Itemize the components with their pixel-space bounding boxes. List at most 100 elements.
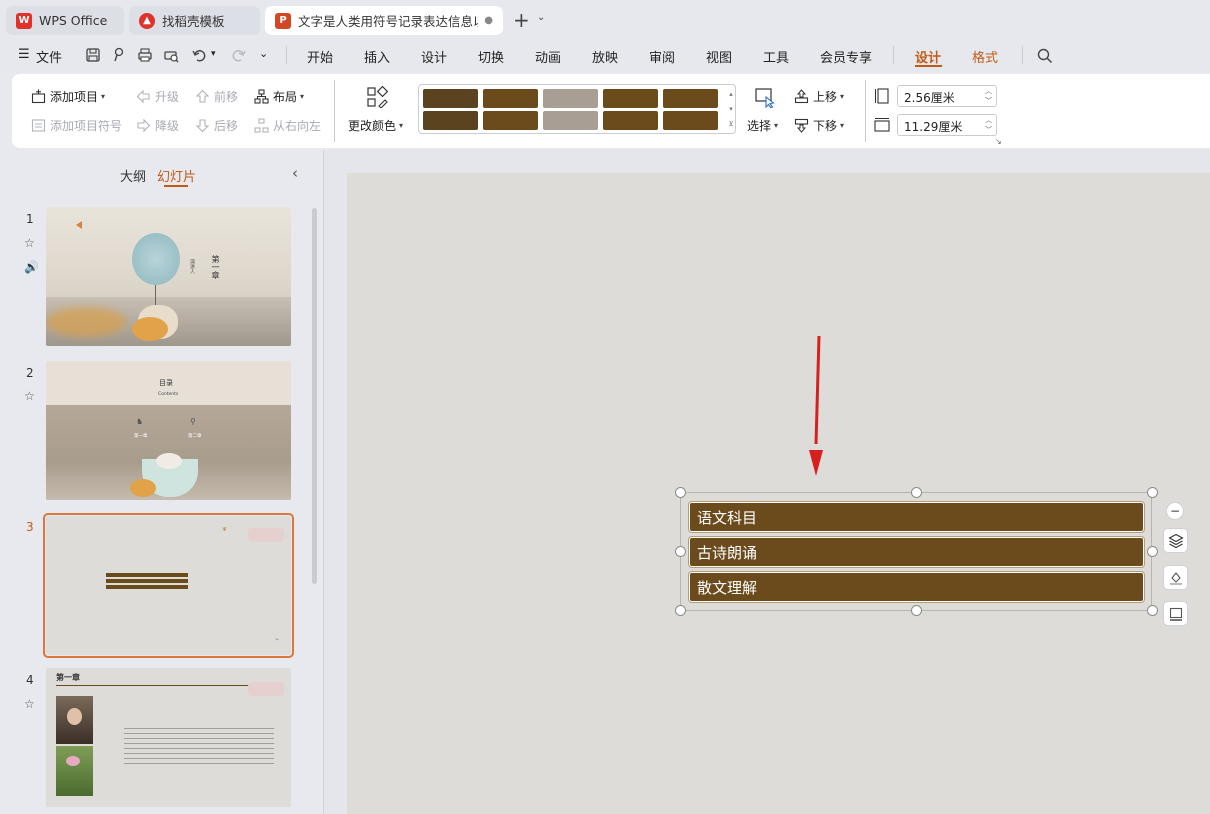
shape-width-value: 11.29厘米 bbox=[904, 120, 963, 134]
menu-file[interactable]: 文件 bbox=[36, 47, 62, 66]
shape-height-value: 2.56厘米 bbox=[904, 91, 955, 105]
customize-toolbar-chevron-icon[interactable]: ⌄ bbox=[259, 47, 268, 60]
menu-insert[interactable]: 插入 bbox=[364, 47, 390, 66]
menu-view[interactable]: 视图 bbox=[706, 47, 732, 66]
style-swatch[interactable] bbox=[423, 111, 478, 130]
smartart-item-2[interactable]: 古诗朗诵 bbox=[689, 537, 1144, 567]
slide-number: 1 bbox=[26, 212, 34, 226]
active-tab-underline bbox=[915, 65, 942, 67]
style-swatch[interactable] bbox=[483, 89, 538, 108]
layers-button[interactable] bbox=[1163, 528, 1188, 553]
thumb-title: 第一章 bbox=[211, 255, 220, 279]
menu-transitions[interactable]: 切换 bbox=[478, 47, 504, 66]
style-swatch[interactable] bbox=[483, 111, 538, 130]
spin-arrows-icon[interactable]: ︿ ﹀ bbox=[985, 86, 992, 106]
promote-label: 升级 bbox=[155, 90, 180, 104]
resize-handle-bottom[interactable] bbox=[911, 605, 922, 616]
menu-smartart-design[interactable]: 设计 bbox=[915, 47, 941, 66]
shape-width-input[interactable]: 11.29厘米 ︿ ﹀ bbox=[897, 114, 997, 136]
style-swatch[interactable] bbox=[543, 111, 598, 130]
chevron-down-icon: ▾ bbox=[300, 92, 305, 101]
add-item-button[interactable]: 添加项目 ▾ bbox=[31, 88, 105, 105]
right-to-left-icon bbox=[254, 118, 269, 133]
select-button[interactable]: 选择 ▾ bbox=[747, 117, 778, 134]
bring-forward-button[interactable]: 上移 ▾ bbox=[794, 88, 844, 105]
new-tab-plus-icon[interactable]: + bbox=[513, 8, 530, 32]
resize-handle-top-right[interactable] bbox=[1147, 487, 1158, 498]
menu-home[interactable]: 开始 bbox=[307, 47, 333, 66]
shape-height-icon bbox=[875, 88, 889, 104]
slide-number: 3 bbox=[26, 520, 34, 534]
change-color-icon[interactable] bbox=[366, 86, 388, 108]
chevron-down-icon: ▾ bbox=[840, 92, 845, 101]
style-swatch[interactable] bbox=[663, 89, 718, 108]
slide-thumbnail-4[interactable]: 第一章 bbox=[46, 668, 291, 807]
style-swatch[interactable] bbox=[603, 111, 658, 130]
select-pane-icon[interactable] bbox=[754, 86, 776, 108]
wps-logo-icon: W bbox=[16, 12, 32, 29]
demote-label: 降级 bbox=[155, 119, 180, 133]
add-bullet-icon bbox=[31, 119, 46, 132]
chevron-down-icon: ▾ bbox=[774, 121, 779, 130]
shape-width-icon bbox=[874, 118, 890, 132]
layout-label: 布局 bbox=[273, 90, 298, 104]
undo-dropdown-chevron-icon[interactable]: ▾ bbox=[211, 49, 216, 59]
resize-handle-right[interactable] bbox=[1147, 546, 1158, 557]
style-swatch[interactable] bbox=[663, 111, 718, 130]
tab-list-chevron-icon[interactable]: ⌄ bbox=[537, 12, 545, 23]
undo-icon[interactable] bbox=[190, 46, 208, 64]
collapse-minus-icon[interactable]: − bbox=[1166, 502, 1184, 520]
search-icon[interactable] bbox=[1036, 47, 1054, 65]
resize-handle-top-left[interactable] bbox=[675, 487, 686, 498]
panel-scrollbar[interactable] bbox=[312, 208, 317, 584]
unsaved-dot-icon: ● bbox=[484, 15, 493, 26]
promote-button: 升级 bbox=[136, 88, 179, 105]
collapse-panel-chevron-icon[interactable]: ‹ bbox=[292, 164, 298, 182]
star-icon[interactable]: ☆ bbox=[24, 697, 35, 711]
print-icon[interactable] bbox=[136, 46, 154, 64]
speaker-icon[interactable]: 🔊 bbox=[24, 260, 39, 274]
star-icon[interactable]: ☆ bbox=[24, 236, 35, 250]
shape-height-input[interactable]: 2.56厘米 ︿ ﹀ bbox=[897, 85, 997, 107]
format-painter-icon[interactable] bbox=[110, 46, 128, 64]
spin-arrows-icon[interactable]: ︿ ﹀ bbox=[985, 115, 992, 135]
tab-wps-office[interactable]: W WPS Office bbox=[6, 6, 124, 35]
print-preview-icon[interactable] bbox=[162, 46, 180, 64]
slide-thumbnail-3[interactable]: ❦ ❧ bbox=[43, 513, 294, 658]
tab-slides[interactable]: 幻灯片 bbox=[157, 166, 196, 185]
hamburger-icon[interactable]: ☰ bbox=[18, 47, 30, 62]
menu-slideshow[interactable]: 放映 bbox=[592, 47, 618, 66]
smartart-item-3[interactable]: 散文理解 bbox=[689, 572, 1144, 602]
tab-current-presentation[interactable]: P 文字是人类用符号记录表达信息以 ● bbox=[265, 6, 503, 35]
menu-tools[interactable]: 工具 bbox=[763, 47, 789, 66]
gallery-scroll-arrows[interactable]: ▴ ▾ ⊻ bbox=[727, 87, 735, 132]
size-dialog-launcher-icon[interactable]: ↘ bbox=[995, 137, 1002, 146]
slide-number: 4 bbox=[26, 673, 34, 687]
smartart-item-1[interactable]: 语文科目 bbox=[689, 502, 1144, 532]
slide-thumbnail-2[interactable]: 目录 Contents ♞ 第一章 ⚲ 第二章 bbox=[46, 361, 291, 500]
change-color-button[interactable]: 更改颜色 ▾ bbox=[348, 117, 403, 134]
resize-handle-left[interactable] bbox=[675, 546, 686, 557]
style-swatch[interactable] bbox=[423, 89, 478, 108]
send-backward-button[interactable]: 下移 ▾ bbox=[794, 117, 844, 134]
resize-handle-bottom-right[interactable] bbox=[1147, 605, 1158, 616]
layout-button[interactable]: 布局 ▾ bbox=[254, 88, 304, 105]
star-icon[interactable]: ☆ bbox=[24, 389, 35, 403]
resize-handle-top[interactable] bbox=[911, 487, 922, 498]
menu-animations[interactable]: 动画 bbox=[535, 47, 561, 66]
tab-docer-templates[interactable]: ▲ 找稻壳模板 bbox=[129, 6, 260, 35]
save-icon[interactable] bbox=[84, 46, 102, 64]
tab-outline[interactable]: 大纲 bbox=[120, 166, 146, 185]
outline-style-button[interactable] bbox=[1163, 601, 1188, 626]
resize-handle-bottom-left[interactable] bbox=[675, 605, 686, 616]
style-swatch[interactable] bbox=[543, 89, 598, 108]
style-swatch[interactable] bbox=[603, 89, 658, 108]
menu-member[interactable]: 会员专享 bbox=[820, 47, 872, 66]
thumb-smartart-bar bbox=[106, 585, 188, 589]
menu-smartart-format[interactable]: 格式 bbox=[972, 47, 998, 66]
thumb-face bbox=[67, 708, 82, 725]
menu-review[interactable]: 审阅 bbox=[649, 47, 675, 66]
menu-design[interactable]: 设计 bbox=[421, 47, 447, 66]
slide-thumbnail-1[interactable]: 第一章 演讲人 bbox=[46, 207, 291, 346]
fill-style-button[interactable] bbox=[1163, 565, 1188, 590]
